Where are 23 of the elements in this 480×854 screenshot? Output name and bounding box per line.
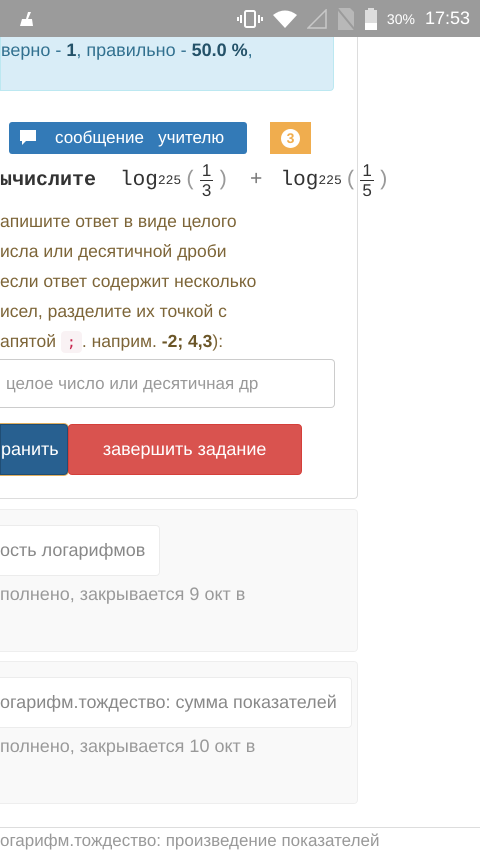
task-verb: ычислите	[0, 168, 96, 192]
cleaner-icon	[18, 10, 34, 26]
signal-icon	[306, 8, 327, 28]
save-button[interactable]: ранить	[0, 424, 68, 475]
assignment-title[interactable]: огарифм.тождество: сумма показателей	[0, 677, 352, 728]
assignment-title[interactable]: ость логарифмов	[0, 525, 160, 576]
wifi-icon	[272, 10, 297, 28]
no-sim-icon	[336, 8, 355, 30]
assignment-status: полнено, закрывается 10 окт в	[0, 736, 256, 757]
instruction-text: апишите ответ в виде целого исла или десятичной дроби если ответ содержит несколько исел, разделите их точкой с апятой ; . наприм. -2; 4,3):	[0, 210, 258, 355]
assignment-title[interactable]: огарифм.тождество: произведение показателей	[0, 831, 380, 850]
result-alert: верно - 1, правильно - 50.0 %,	[0, 37, 334, 91]
assignment-status: полнено, закрывается 9 окт в	[0, 584, 246, 605]
counter-badge: 3	[270, 122, 311, 154]
finish-task-button[interactable]: завершить задание	[68, 424, 302, 475]
plus-sign: +	[250, 168, 263, 192]
message-teacher-button[interactable]: сообщение учителю	[9, 122, 247, 154]
answer-field[interactable]: целое число или десятичная др	[0, 359, 335, 408]
chat-icon	[19, 129, 37, 147]
clock: 17:53	[424, 8, 470, 29]
vibrate-icon	[236, 10, 263, 28]
battery-percent: 30%	[386, 10, 415, 26]
battery-icon	[364, 8, 377, 30]
